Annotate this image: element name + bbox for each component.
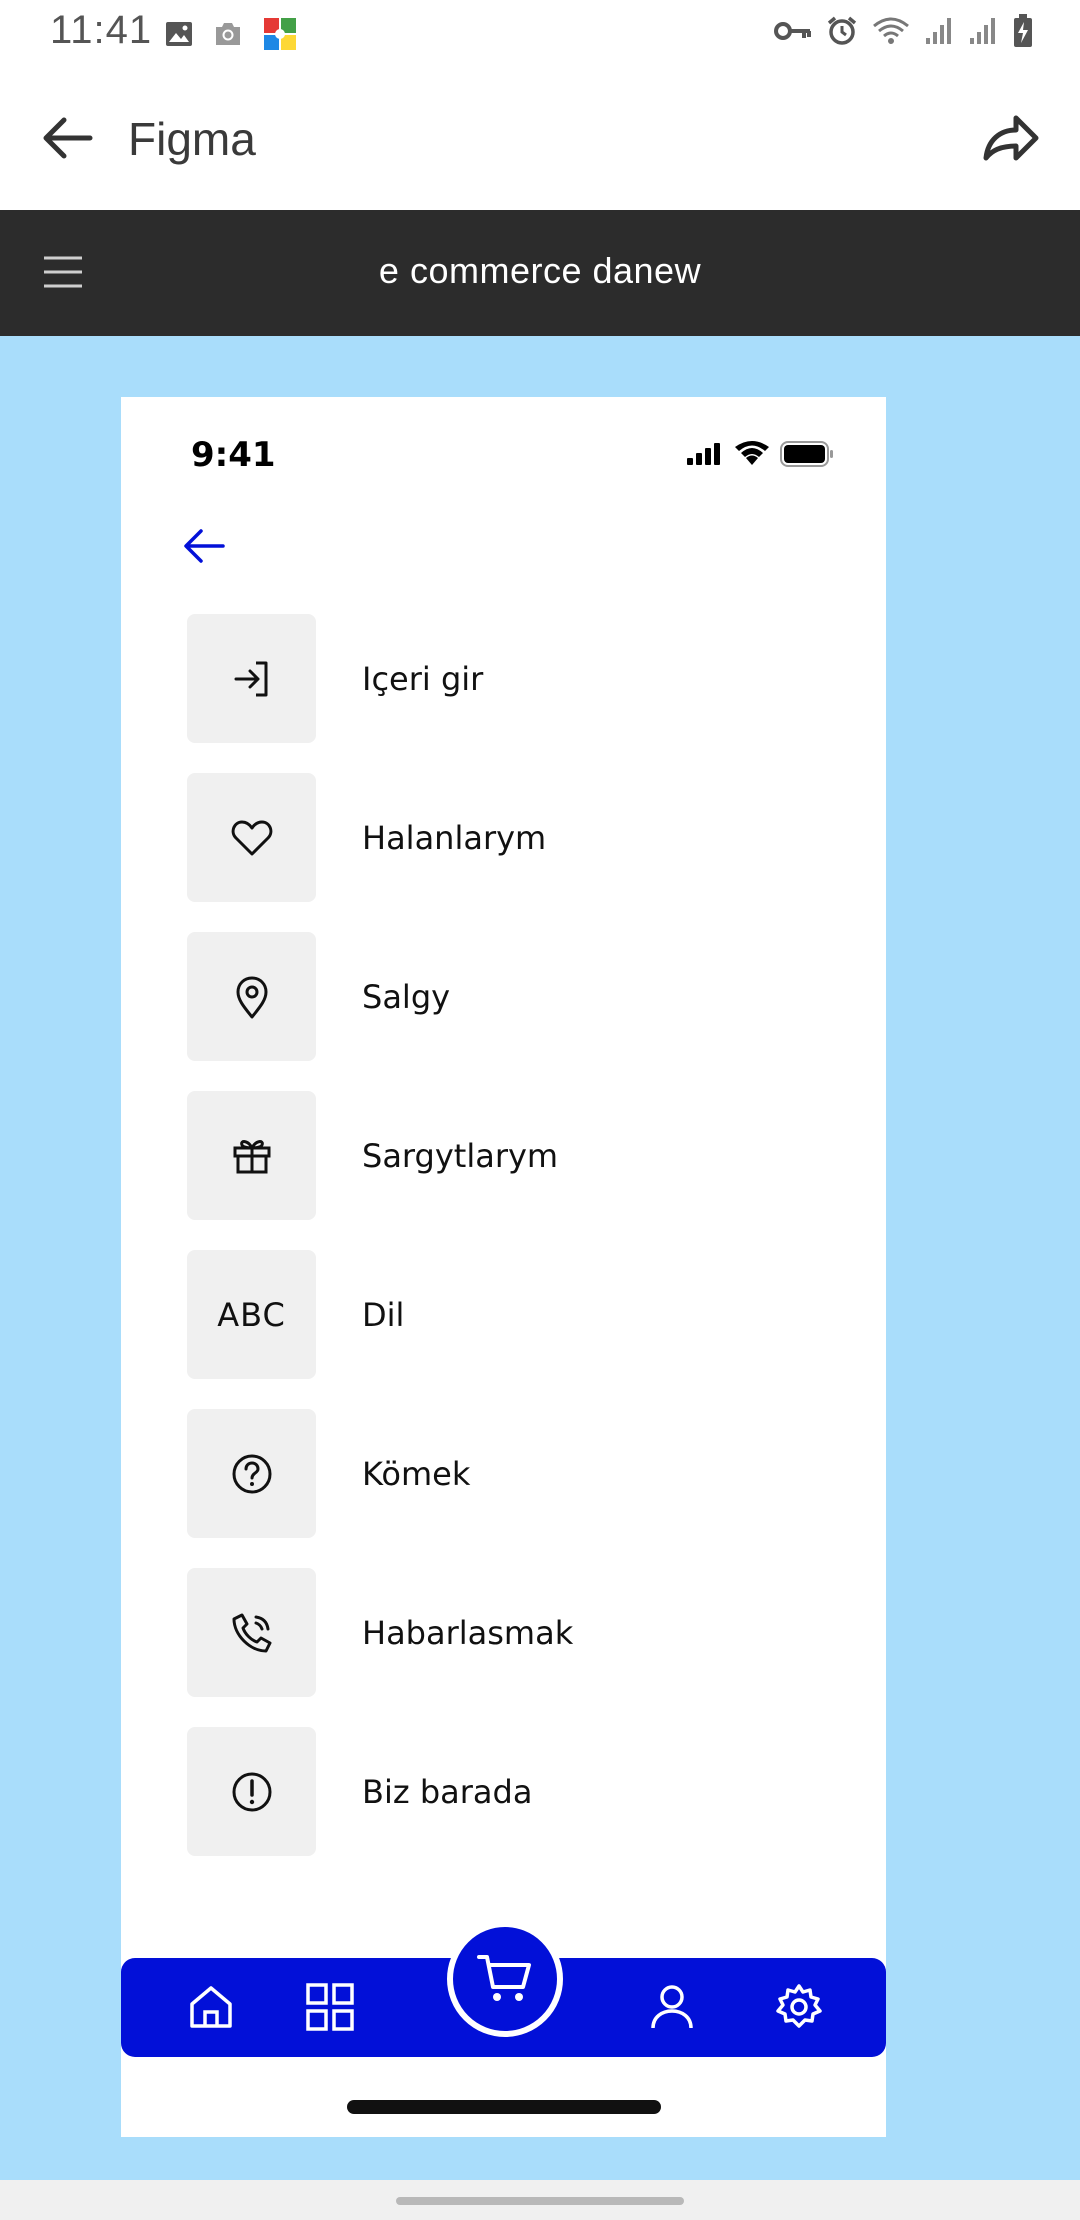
frame-status-icons: [686, 441, 834, 467]
menu-label: Biz barada: [362, 1772, 533, 1811]
file-toolbar: e commerce danew: [0, 210, 1080, 336]
share-icon[interactable]: [978, 106, 1042, 170]
file-title: e commerce danew: [378, 250, 702, 291]
menu-item-address[interactable]: Salgy: [187, 932, 827, 1061]
user-icon[interactable]: [645, 1980, 699, 2034]
menu-item-contact[interactable]: Habarlasmak: [187, 1568, 827, 1697]
arrow-left-icon[interactable]: [181, 523, 227, 569]
signal-icon: [968, 16, 998, 46]
app-title: Figma: [128, 113, 256, 165]
heart-icon: [187, 773, 316, 902]
status-right-icons: [774, 14, 1034, 48]
signal-icon: [924, 16, 954, 46]
key-icon: [774, 19, 812, 43]
battery-icon: [780, 441, 834, 467]
cart-button[interactable]: [447, 1921, 563, 2037]
menu-item-about[interactable]: Biz barada: [187, 1727, 827, 1856]
camera-icon: [212, 20, 244, 48]
back-arrow-icon[interactable]: [38, 108, 98, 168]
location-pin-icon: [187, 932, 316, 1061]
home-indicator: [347, 2100, 661, 2114]
phone-icon: [187, 1568, 316, 1697]
help-circle-icon: [187, 1409, 316, 1538]
grid-icon[interactable]: [303, 1980, 357, 2034]
abc-icon-text: ABC: [217, 1295, 286, 1334]
status-time: 11:41: [50, 8, 153, 52]
system-nav-bar: [0, 2180, 1080, 2220]
info-circle-icon: [187, 1727, 316, 1856]
battery-charging-icon: [1012, 14, 1034, 48]
menu-list: Içeri gir Halanlarym Salgy Sargytlarym A…: [187, 614, 827, 1886]
abc-icon: ABC: [187, 1250, 316, 1379]
menu-label: Halanlarym: [362, 818, 547, 857]
cellular-icon: [686, 442, 724, 466]
image-icon: [164, 19, 194, 49]
menu-label: Sargytlarym: [362, 1136, 559, 1175]
cart-icon: [475, 1949, 535, 2009]
login-icon: [187, 614, 316, 743]
menu-label: Dil: [362, 1295, 405, 1334]
wifi-icon: [872, 16, 910, 46]
gift-icon: [187, 1091, 316, 1220]
home-icon[interactable]: [184, 1980, 238, 2034]
alarm-icon: [826, 15, 858, 47]
frame-status-time: 9:41: [191, 435, 276, 475]
menu-item-help[interactable]: Kömek: [187, 1409, 827, 1538]
gesture-pill[interactable]: [396, 2197, 684, 2205]
menu-item-orders[interactable]: Sargytlarym: [187, 1091, 827, 1220]
menu-label: Salgy: [362, 977, 451, 1016]
app-bar: Figma: [0, 68, 1080, 210]
menu-item-favorites[interactable]: Halanlarym: [187, 773, 827, 902]
menu-label: Içeri gir: [362, 659, 484, 698]
menu-label: Kömek: [362, 1454, 471, 1493]
status-left-icons: [164, 16, 298, 52]
settings-icon[interactable]: [772, 1980, 826, 2034]
wifi-icon: [734, 441, 770, 467]
phone-frame: 9:41 Içeri gir Halanlarym Salgy Sargytla…: [121, 397, 886, 2137]
menu-item-login[interactable]: Içeri gir: [187, 614, 827, 743]
menu-item-language[interactable]: ABC Dil: [187, 1250, 827, 1379]
puzzle-app-icon: [262, 16, 298, 52]
menu-label: Habarlasmak: [362, 1613, 574, 1652]
system-status-bar: 11:41: [0, 0, 1080, 68]
